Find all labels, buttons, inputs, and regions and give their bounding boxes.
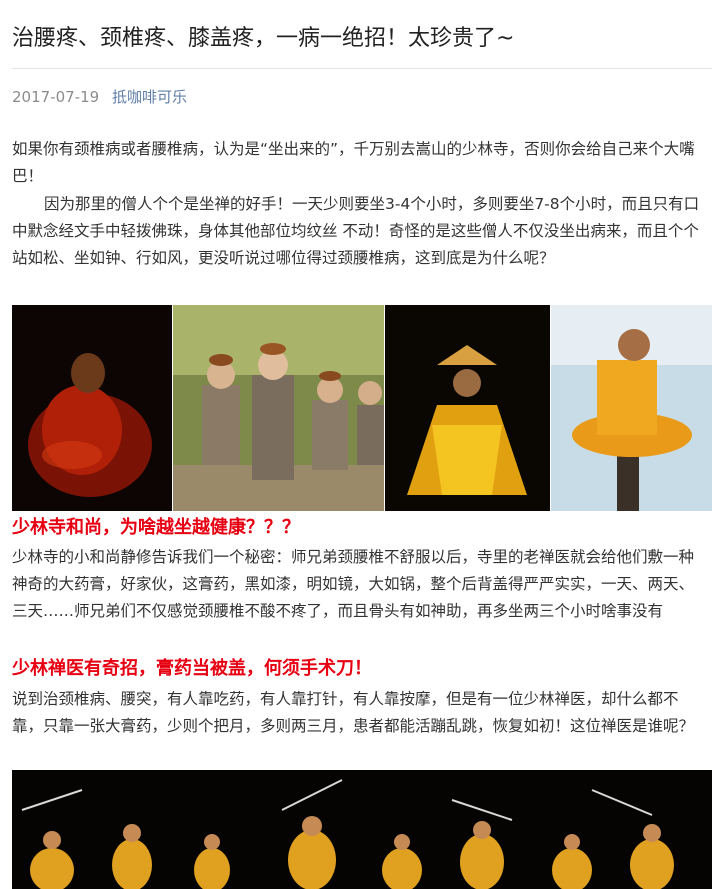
heading-shaolin-remedy: 少林禅医有奇招，膏药当被盖，何须手术刀！ (12, 658, 372, 679)
article-title: 治腰疼、颈椎疼、膝盖疼，一病一绝招！太珍贵了~ (12, 26, 515, 51)
heading-shaolin-health: 少林寺和尚，为啥越坐越健康？？？ (12, 517, 300, 538)
photo-young-monks (173, 305, 384, 511)
author-link[interactable]: 抵咖啡可乐 (112, 88, 187, 106)
paragraph-secret: 少林寺的小和尚静修告诉我们一个秘密：师兄弟颈腰椎不舒服以后，寺里的老禅医就会给他… (12, 548, 695, 620)
paragraph-intro: 如果你有颈椎病或者腰椎病，认为是“坐出来的”，千万别去嵩山的少林寺，否则你会给自… (12, 140, 695, 185)
photo-monk-golden-robe (385, 305, 550, 511)
photo-meditating-monk-dark (12, 305, 172, 511)
photo-monk-on-pole (551, 305, 712, 511)
monk-photo-collage (12, 305, 712, 511)
paragraph-doctor: 说到治颈椎病、腰突，有人靠吃药，有人靠打针，有人靠按摩，但是有一位少林禅医，却什… (12, 690, 695, 735)
publish-date: 2017-07-19 (12, 88, 100, 106)
article-meta: 2017-07-19 抵咖啡可乐 (12, 86, 187, 108)
paragraph-monks: 因为那里的僧人个个是坐禅的好手！一天少则要坐3-4个小时，多则要坐7-8个小时，… (12, 195, 700, 267)
martial-arts-photo (12, 770, 712, 889)
title-divider (12, 68, 712, 69)
